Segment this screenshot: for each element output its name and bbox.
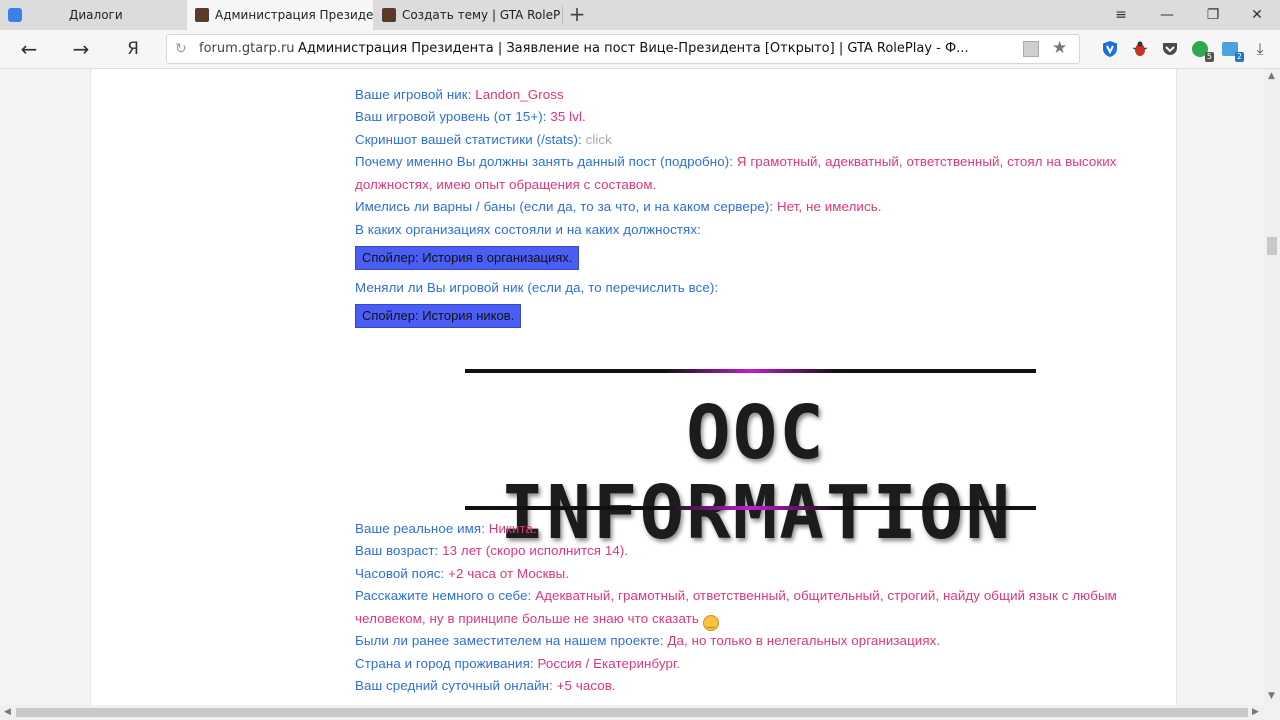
url-domain: forum.gtarp.ru xyxy=(199,41,295,56)
reader-mode-icon[interactable] xyxy=(1023,41,1039,57)
tab-dialogs[interactable]: Диалоги xyxy=(0,0,186,30)
yandex-logo-icon[interactable]: Я xyxy=(118,35,148,63)
tab-create-topic[interactable]: Создать тему | GTA RolePlay xyxy=(374,0,562,30)
tab-label: Создать тему | GTA RolePlay xyxy=(402,8,560,22)
tab-admin-president[interactable]: Администрация Президе xyxy=(187,0,373,30)
restore-icon[interactable]: ❐ xyxy=(1190,0,1236,30)
back-icon[interactable]: ← xyxy=(14,35,44,63)
ooc-line-about: Расскажите немного о себе: Адекватный, г… xyxy=(355,588,1117,603)
tab-separator xyxy=(562,6,563,24)
bug-icon[interactable] xyxy=(1130,39,1150,59)
ic-line-orgs: В каких организациях состояли и на каких… xyxy=(355,222,701,237)
scroll-up-icon[interactable]: ▲ xyxy=(1268,71,1275,81)
menu-icon[interactable]: ≡ xyxy=(1098,0,1144,30)
ic-line-stats: Скриншот вашей статистики (/stats): clic… xyxy=(355,132,612,147)
ooc-line-online: Ваш средний суточный онлайн: +5 часов. xyxy=(355,678,616,693)
ic-line-warns: Имелись ли варны / баны (если да, то за … xyxy=(355,199,882,214)
ooc-banner: OOC INFORMATION xyxy=(499,390,1013,556)
forum-favicon-icon xyxy=(382,8,396,22)
ic-line-nick: Ваше игровой ник: Landon_Gross xyxy=(355,87,564,102)
new-tab-button[interactable]: + xyxy=(566,4,588,26)
close-icon[interactable]: ✕ xyxy=(1234,0,1280,30)
horizontal-scroll-thumb[interactable] xyxy=(16,708,1248,717)
forum-post: Ваше игровой ник: Landon_Gross Ваш игров… xyxy=(90,69,1177,705)
page-viewport: Ваше игровой ник: Landon_Gross Ваш игров… xyxy=(0,69,1264,705)
url-page-title: Администрация Президента | Заявление на … xyxy=(298,41,969,56)
translate-icon[interactable]: 2 xyxy=(1220,39,1244,62)
ooc-line-age: Ваш возраст: 13 лет (скоро исполнится 14… xyxy=(355,543,629,558)
scroll-left-icon[interactable]: ◀ xyxy=(4,707,11,717)
ic-line-why: Почему именно Вы должны занять данный по… xyxy=(355,154,1117,169)
horizontal-scrollbar[interactable]: ◀ ▶ xyxy=(0,705,1264,720)
reload-icon[interactable]: ↻ xyxy=(175,41,191,57)
tab-label: Диалоги xyxy=(69,8,123,22)
spoiler-nicks-button[interactable]: Спойлер: История ников. xyxy=(355,304,522,328)
shield-icon[interactable] xyxy=(1100,39,1120,59)
navigation-bar: ← → Я ↻ forum.gtarp.ru Администрация Пре… xyxy=(0,30,1280,69)
stats-link[interactable]: click xyxy=(586,132,612,147)
pocket-icon[interactable] xyxy=(1160,39,1180,59)
bookmark-star-icon[interactable]: ★ xyxy=(1052,38,1067,58)
divider-bottom xyxy=(465,506,1036,510)
divider-top xyxy=(465,369,1036,373)
spoiler-orgs-button[interactable]: Спойлер: История в организациях. xyxy=(355,246,580,270)
ic-line-why-cont: должностях, имею опыт обращения с состав… xyxy=(355,177,657,192)
chat-icon[interactable]: 5 xyxy=(1190,39,1214,62)
vertical-scrollbar[interactable]: ▲ ▼ xyxy=(1264,69,1280,705)
tab-label: Администрация Президе xyxy=(215,8,373,22)
dialogs-app-icon xyxy=(8,8,22,22)
ic-line-level: Ваш игровой уровень (от 15+): 35 lvl. xyxy=(355,109,586,124)
forward-icon[interactable]: → xyxy=(66,35,96,63)
download-icon[interactable]: ⤓ xyxy=(1250,39,1270,59)
scroll-down-icon[interactable]: ▼ xyxy=(1268,691,1275,701)
scroll-right-icon[interactable]: ▶ xyxy=(1252,707,1259,717)
vertical-scroll-thumb[interactable] xyxy=(1267,237,1277,255)
ic-line-nick-change: Меняли ли Вы игровой ник (если да, то пе… xyxy=(355,280,719,295)
ooc-line-about-cont: человеком, ну в принципе больше не знаю … xyxy=(355,611,719,631)
address-bar[interactable]: ↻ forum.gtarp.ru Администрация Президент… xyxy=(166,34,1080,64)
chat-badge: 5 xyxy=(1204,52,1214,62)
tab-bar: Диалоги Администрация Президе Создать те… xyxy=(0,0,1280,30)
smiley-icon: ‿ xyxy=(702,615,719,631)
ooc-line-city: Страна и город проживания: Россия / Екат… xyxy=(355,656,681,671)
minimize-icon[interactable]: — xyxy=(1144,0,1190,30)
ooc-line-deputy: Были ли ранее заместителем на нашем прое… xyxy=(355,633,941,648)
forum-favicon-icon xyxy=(195,8,209,22)
ooc-line-timezone: Часовой пояс: +2 часа от Москвы. xyxy=(355,566,570,581)
ooc-line-name: Ваше реальное имя: Никита. xyxy=(355,521,537,536)
translate-badge: 2 xyxy=(1234,52,1244,62)
